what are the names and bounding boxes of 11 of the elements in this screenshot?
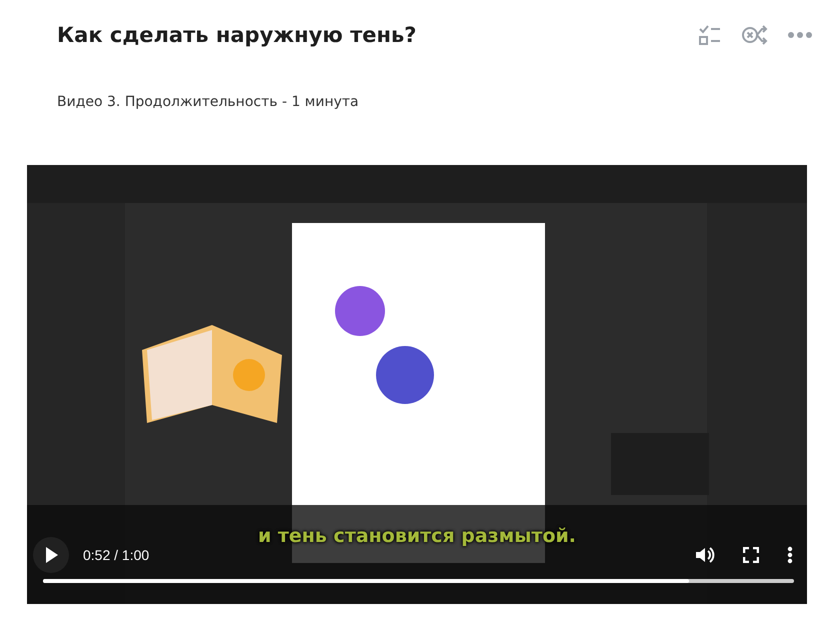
page-title: Как сделать наружную тень? (57, 23, 418, 47)
more-options-icon[interactable] (787, 546, 793, 564)
fullscreen-icon[interactable] (743, 547, 759, 563)
more-icon[interactable] (788, 31, 812, 39)
play-icon (43, 546, 59, 564)
volume-icon[interactable] (695, 546, 715, 564)
time-display: 0:52 / 1:00 (83, 547, 150, 563)
checklist-icon[interactable] (698, 24, 722, 46)
video-description: Видео 3. Продолжительность - 1 минута (57, 94, 360, 110)
video-caption: и тень становится размытой. (258, 525, 576, 547)
shuffle-icon[interactable] (742, 24, 768, 46)
